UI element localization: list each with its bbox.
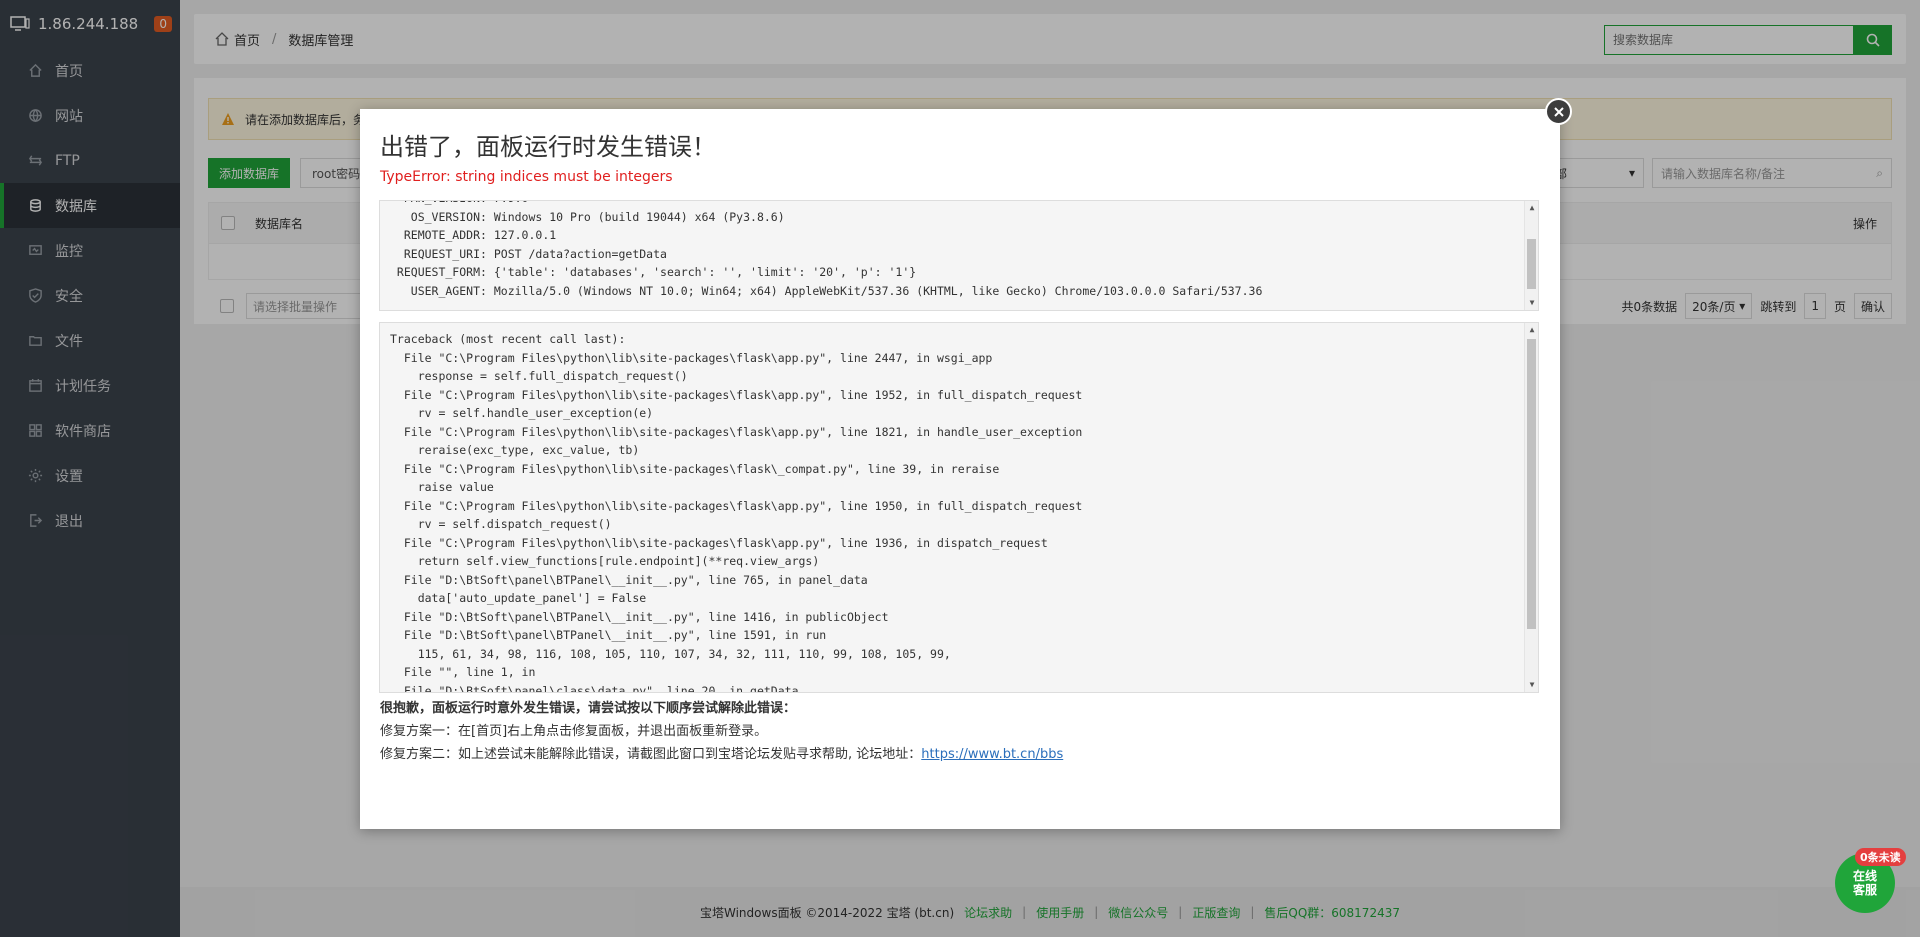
error-message: TypeError: string indices must be intege… [380,169,673,185]
traceback-text: Traceback (most recent call last): File … [390,332,1083,693]
close-button[interactable] [1545,98,1572,125]
env-scrollbar[interactable]: ▲ ▼ [1524,201,1538,310]
scroll-up-icon[interactable]: ▲ [1527,203,1537,213]
scroll-thumb[interactable] [1527,339,1536,629]
env-info-box[interactable]: PAN_VERSION: 7.9.0 OS_VERSION: Windows 1… [379,200,1539,311]
chat-label-1: 在线 [1852,869,1877,883]
fix-option-2: 修复方案二：如上述尝试未能解除此错误，请截图此窗口到宝塔论坛发贴寻求帮助, 论坛… [380,743,1063,762]
close-icon [1553,106,1564,117]
scroll-up-icon[interactable]: ▲ [1527,325,1537,335]
modal-title: 出错了，面板运行时发生错误！ [380,133,716,161]
traceback-scrollbar[interactable]: ▲ ▼ [1524,323,1538,692]
fix-option-2-text: 修复方案二：如上述尝试未能解除此错误，请截图此窗口到宝塔论坛发贴寻求帮助, 论坛… [380,747,922,762]
chat-label-2: 客服 [1852,883,1877,897]
traceback-box[interactable]: Traceback (most recent call last): File … [379,322,1539,693]
scroll-down-icon[interactable]: ▼ [1527,680,1537,690]
scroll-down-icon[interactable]: ▼ [1527,298,1537,308]
scroll-thumb[interactable] [1527,239,1536,289]
unread-badge: 0条未读 [1855,848,1906,866]
error-modal: 出错了，面板运行时发生错误！ TypeError: string indices… [360,109,1560,829]
forum-link[interactable]: https://www.bt.cn/bbs [921,747,1063,762]
env-info-text: PAN_VERSION: 7.9.0 OS_VERSION: Windows 1… [396,201,1263,298]
sorry-text: 很抱歉，面板运行时意外发生错误，请尝试按以下顺序尝试解除此错误： [380,701,797,716]
fix-option-1: 修复方案一：在[首页]右上角点击修复面板，并退出面板重新登录。 [380,724,768,739]
